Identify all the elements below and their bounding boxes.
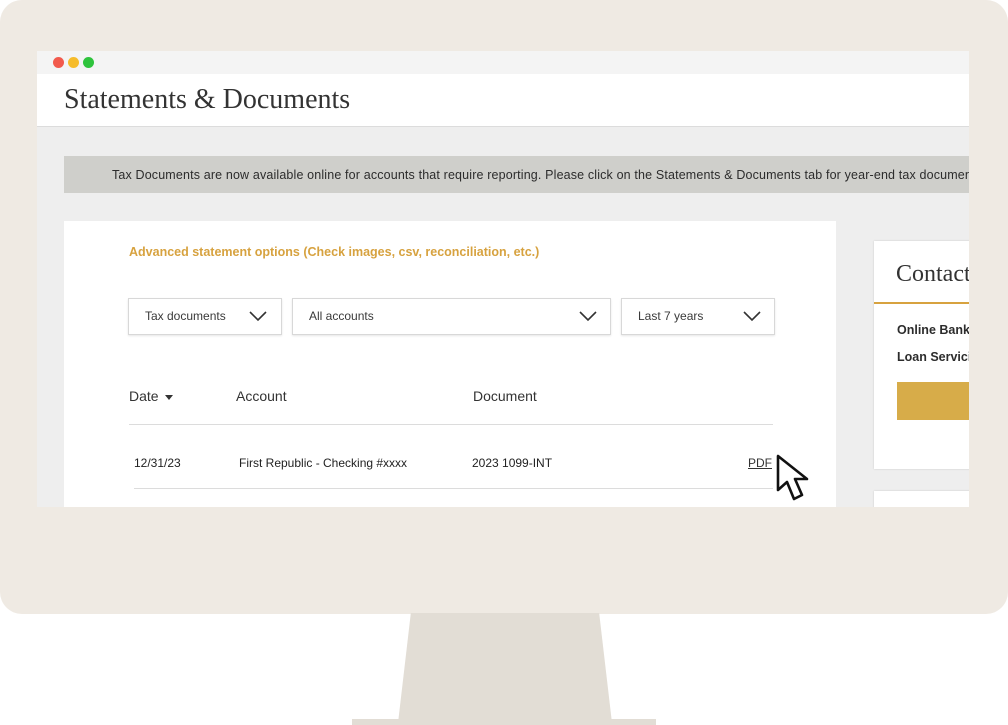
document-type-value: Tax documents <box>145 309 226 323</box>
monitor-stand <box>398 613 612 723</box>
contact-action-button[interactable] <box>897 382 969 420</box>
advanced-statement-options-link[interactable]: Advanced statement options (Check images… <box>129 245 539 259</box>
browser-window: Statements & Documents Tax Documents are… <box>37 51 969 507</box>
date-column-header[interactable]: Date <box>129 388 173 404</box>
page-header: Statements & Documents <box>37 74 969 127</box>
chevron-down-icon <box>579 311 597 322</box>
mouse-cursor-icon <box>776 454 809 501</box>
minimize-window-button[interactable] <box>68 57 79 68</box>
page-title: Statements & Documents <box>64 84 351 115</box>
contact-divider <box>874 302 969 304</box>
row-account: First Republic - Checking #xxxx <box>239 456 408 470</box>
close-window-button[interactable] <box>53 57 64 68</box>
period-dropdown[interactable]: Last 7 years <box>621 298 775 335</box>
contact-card: Contact Online Banking Loan Servicing <box>874 241 969 469</box>
statements-panel: Advanced statement options (Check images… <box>64 221 836 507</box>
pdf-download-link[interactable]: PDF <box>748 456 772 470</box>
contact-loan-servicing: Loan Servicing <box>897 350 969 364</box>
date-header-label: Date <box>129 388 159 404</box>
header-divider <box>129 424 773 425</box>
secondary-card <box>874 491 969 507</box>
monitor-frame: Statements & Documents Tax Documents are… <box>0 0 1008 614</box>
document-type-dropdown[interactable]: Tax documents <box>128 298 282 335</box>
chevron-down-icon <box>249 311 267 322</box>
period-filter-value: Last 7 years <box>638 309 704 323</box>
account-filter-value: All accounts <box>309 309 374 323</box>
account-dropdown[interactable]: All accounts <box>292 298 611 335</box>
monitor-stand-base <box>352 719 656 725</box>
account-column-header: Account <box>236 388 287 404</box>
maximize-window-button[interactable] <box>83 57 94 68</box>
row-divider <box>134 488 773 489</box>
chevron-down-icon <box>743 311 761 322</box>
document-column-header: Document <box>473 388 537 404</box>
row-date: 12/31/23 <box>134 456 181 470</box>
row-document: 2023 1099-INT <box>472 456 553 470</box>
contact-online-banking: Online Banking <box>897 323 969 337</box>
sort-desc-icon <box>164 394 173 400</box>
contact-title: Contact <box>896 261 969 287</box>
info-banner: Tax Documents are now available online f… <box>64 156 969 193</box>
banner-text: Tax Documents are now available online f… <box>112 168 969 182</box>
window-titlebar <box>37 51 969 74</box>
